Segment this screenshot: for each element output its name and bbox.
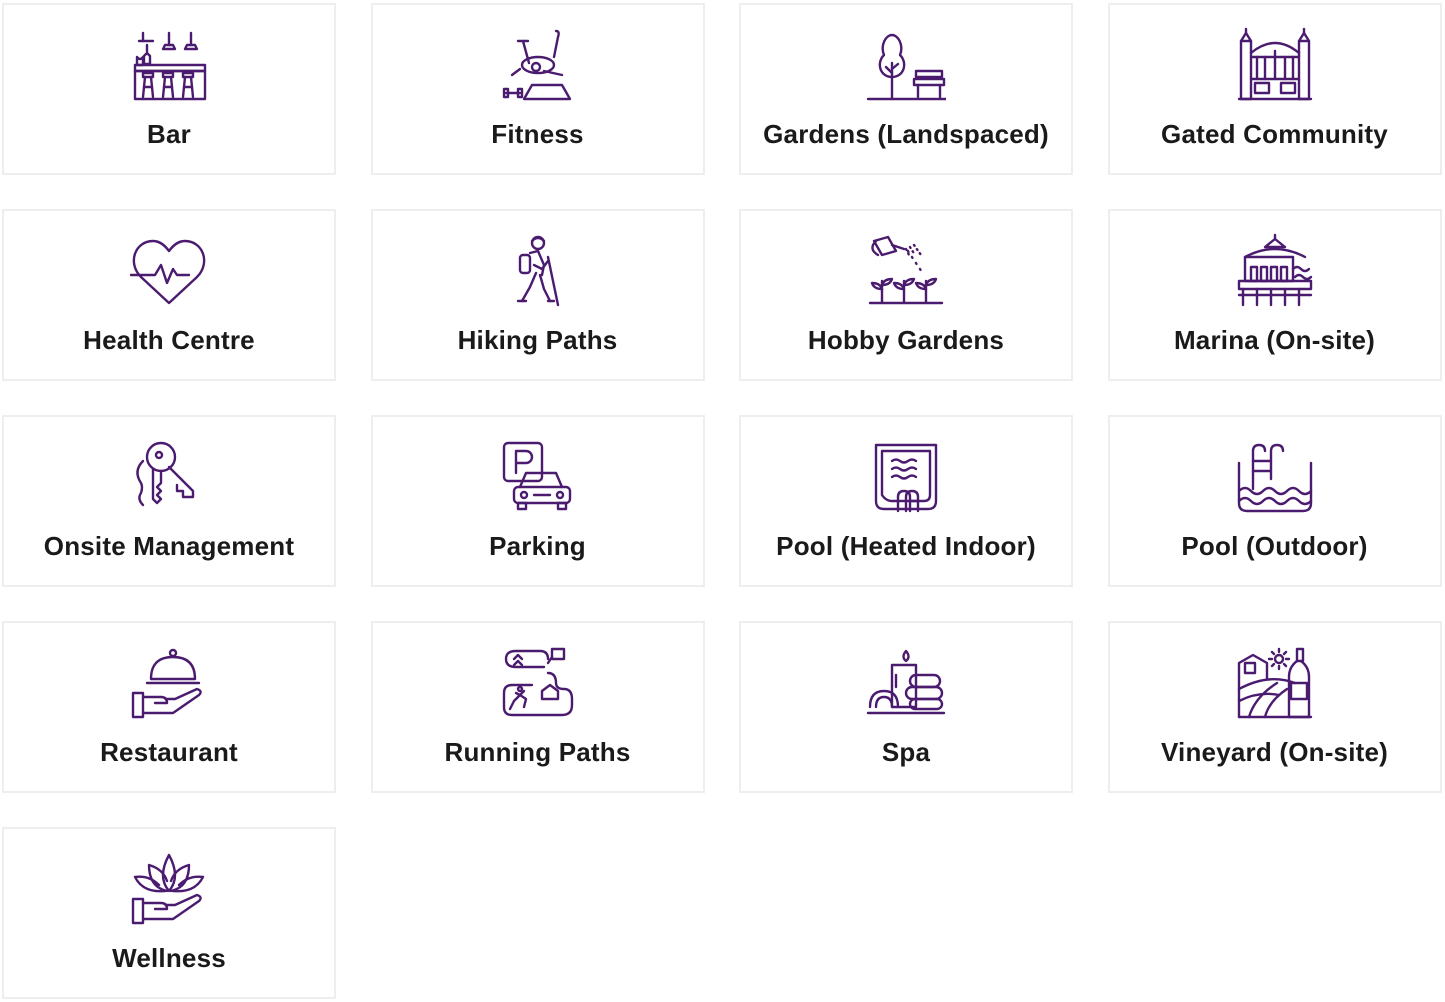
amenity-card-onsite-management[interactable]: Onsite Management (2, 415, 336, 587)
amenity-label: Hobby Gardens (807, 325, 1005, 355)
amenity-card-bar[interactable]: Bar (2, 3, 336, 175)
amenity-card-restaurant[interactable]: Restaurant (2, 621, 336, 793)
amenity-card-gardens[interactable]: Gardens (Landspaced) (739, 3, 1073, 175)
parking-car-icon (498, 439, 578, 519)
amenity-label: Gardens (Landspaced) (763, 119, 1049, 149)
running-path-map-icon (498, 645, 578, 725)
amenity-card-pool-heated-indoor[interactable]: Pool (Heated Indoor) (739, 415, 1073, 587)
spa-stones-candle-icon (866, 645, 946, 725)
amenity-label: Vineyard (On-site) (1160, 737, 1389, 767)
fitness-bike-icon (498, 27, 578, 107)
amenity-label: Hiking Paths (457, 325, 618, 355)
amenity-label: Pool (Heated Indoor) (776, 531, 1036, 561)
amenity-card-hobby-gardens[interactable]: Hobby Gardens (739, 209, 1073, 381)
amenity-label: Fitness (491, 119, 584, 149)
cloche-hand-icon (129, 645, 209, 725)
watering-can-icon (866, 233, 946, 313)
vineyard-wine-icon (1235, 645, 1315, 725)
amenity-card-spa[interactable]: Spa (739, 621, 1073, 793)
amenity-label: Wellness (112, 943, 226, 973)
outdoor-pool-ladder-icon (1235, 439, 1315, 519)
amenity-card-hiking-paths[interactable]: Hiking Paths (370, 209, 705, 381)
amenities-grid: Bar Fitness Gardens (Landspaced) Gated C… (2, 3, 1442, 999)
amenity-card-wellness[interactable]: Wellness (2, 827, 336, 999)
amenity-card-vineyard[interactable]: Vineyard (On-site) (1107, 621, 1442, 793)
amenity-label: Gated Community (1161, 119, 1388, 149)
hiker-icon (498, 233, 578, 313)
amenity-card-gated-community[interactable]: Gated Community (1107, 3, 1442, 175)
amenity-card-running-paths[interactable]: Running Paths (370, 621, 705, 793)
amenity-label: Health Centre (83, 325, 255, 355)
amenity-card-health-centre[interactable]: Health Centre (2, 209, 336, 381)
amenity-label: Bar (147, 119, 191, 149)
amenity-card-marina[interactable]: Marina (On-site) (1107, 209, 1442, 381)
amenity-label: Pool (Outdoor) (1181, 531, 1368, 561)
indoor-pool-icon (866, 439, 946, 519)
amenity-label: Restaurant (100, 737, 238, 767)
heart-pulse-icon (129, 233, 209, 313)
amenity-label: Parking (489, 531, 586, 561)
amenity-card-parking[interactable]: Parking (370, 415, 705, 587)
amenity-label: Running Paths (444, 737, 631, 767)
amenity-card-fitness[interactable]: Fitness (370, 3, 705, 175)
amenity-label: Onsite Management (43, 531, 295, 561)
amenity-label: Marina (On-site) (1173, 325, 1376, 355)
marina-building-icon (1235, 233, 1315, 313)
gate-icon (1235, 27, 1315, 107)
lotus-hand-icon (129, 851, 209, 931)
garden-tree-bench-icon (866, 27, 946, 107)
bar-icon (129, 27, 209, 107)
keys-icon (129, 439, 209, 519)
amenity-label: Spa (881, 737, 931, 767)
amenity-card-pool-outdoor[interactable]: Pool (Outdoor) (1107, 415, 1442, 587)
